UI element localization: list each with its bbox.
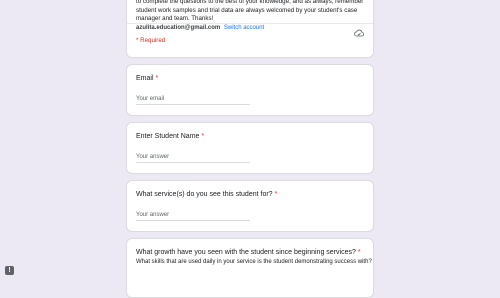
question-card-email: Email * Your email (126, 64, 374, 116)
question-title-text: What growth have you seen with the stude… (136, 249, 356, 256)
required-asterisk: * (155, 75, 159, 82)
required-asterisk: * (274, 191, 278, 198)
account-row: azulita.education@gmail.com Switch accou… (136, 25, 264, 31)
question-title-text: Enter Student Name (136, 133, 200, 140)
cloud-save-icon[interactable] (354, 24, 365, 37)
required-asterisk: * (357, 249, 361, 256)
form-intro-text: to complete the questions to the best of… (136, 0, 364, 23)
report-issue-icon[interactable]: ! (5, 266, 14, 275)
required-note: * Required (136, 37, 166, 44)
student-name-field[interactable]: Your answer (136, 152, 250, 163)
question-card-services: What service(s) do you see this student … (126, 180, 374, 232)
question-card-growth: What growth have you seen with the stude… (126, 238, 374, 298)
question-title: What service(s) do you see this student … (136, 191, 277, 198)
question-description: What skills that are used daily in your … (136, 259, 372, 265)
question-title: What growth have you seen with the stude… (136, 249, 361, 256)
required-asterisk: * (201, 133, 205, 140)
question-title-text: What service(s) do you see this student … (136, 191, 273, 198)
question-card-student-name: Enter Student Name * Your answer (126, 122, 374, 174)
switch-account-link[interactable]: Switch account (224, 25, 264, 31)
question-title: Email * (136, 75, 158, 82)
form-header-card: to complete the questions to the best of… (126, 0, 374, 58)
account-email: azulita.education@gmail.com (136, 25, 221, 31)
divider (127, 23, 373, 24)
question-title: Enter Student Name * (136, 133, 204, 140)
services-field[interactable]: Your answer (136, 210, 250, 221)
question-title-text: Email (136, 75, 154, 82)
email-field[interactable]: Your email (136, 94, 250, 105)
